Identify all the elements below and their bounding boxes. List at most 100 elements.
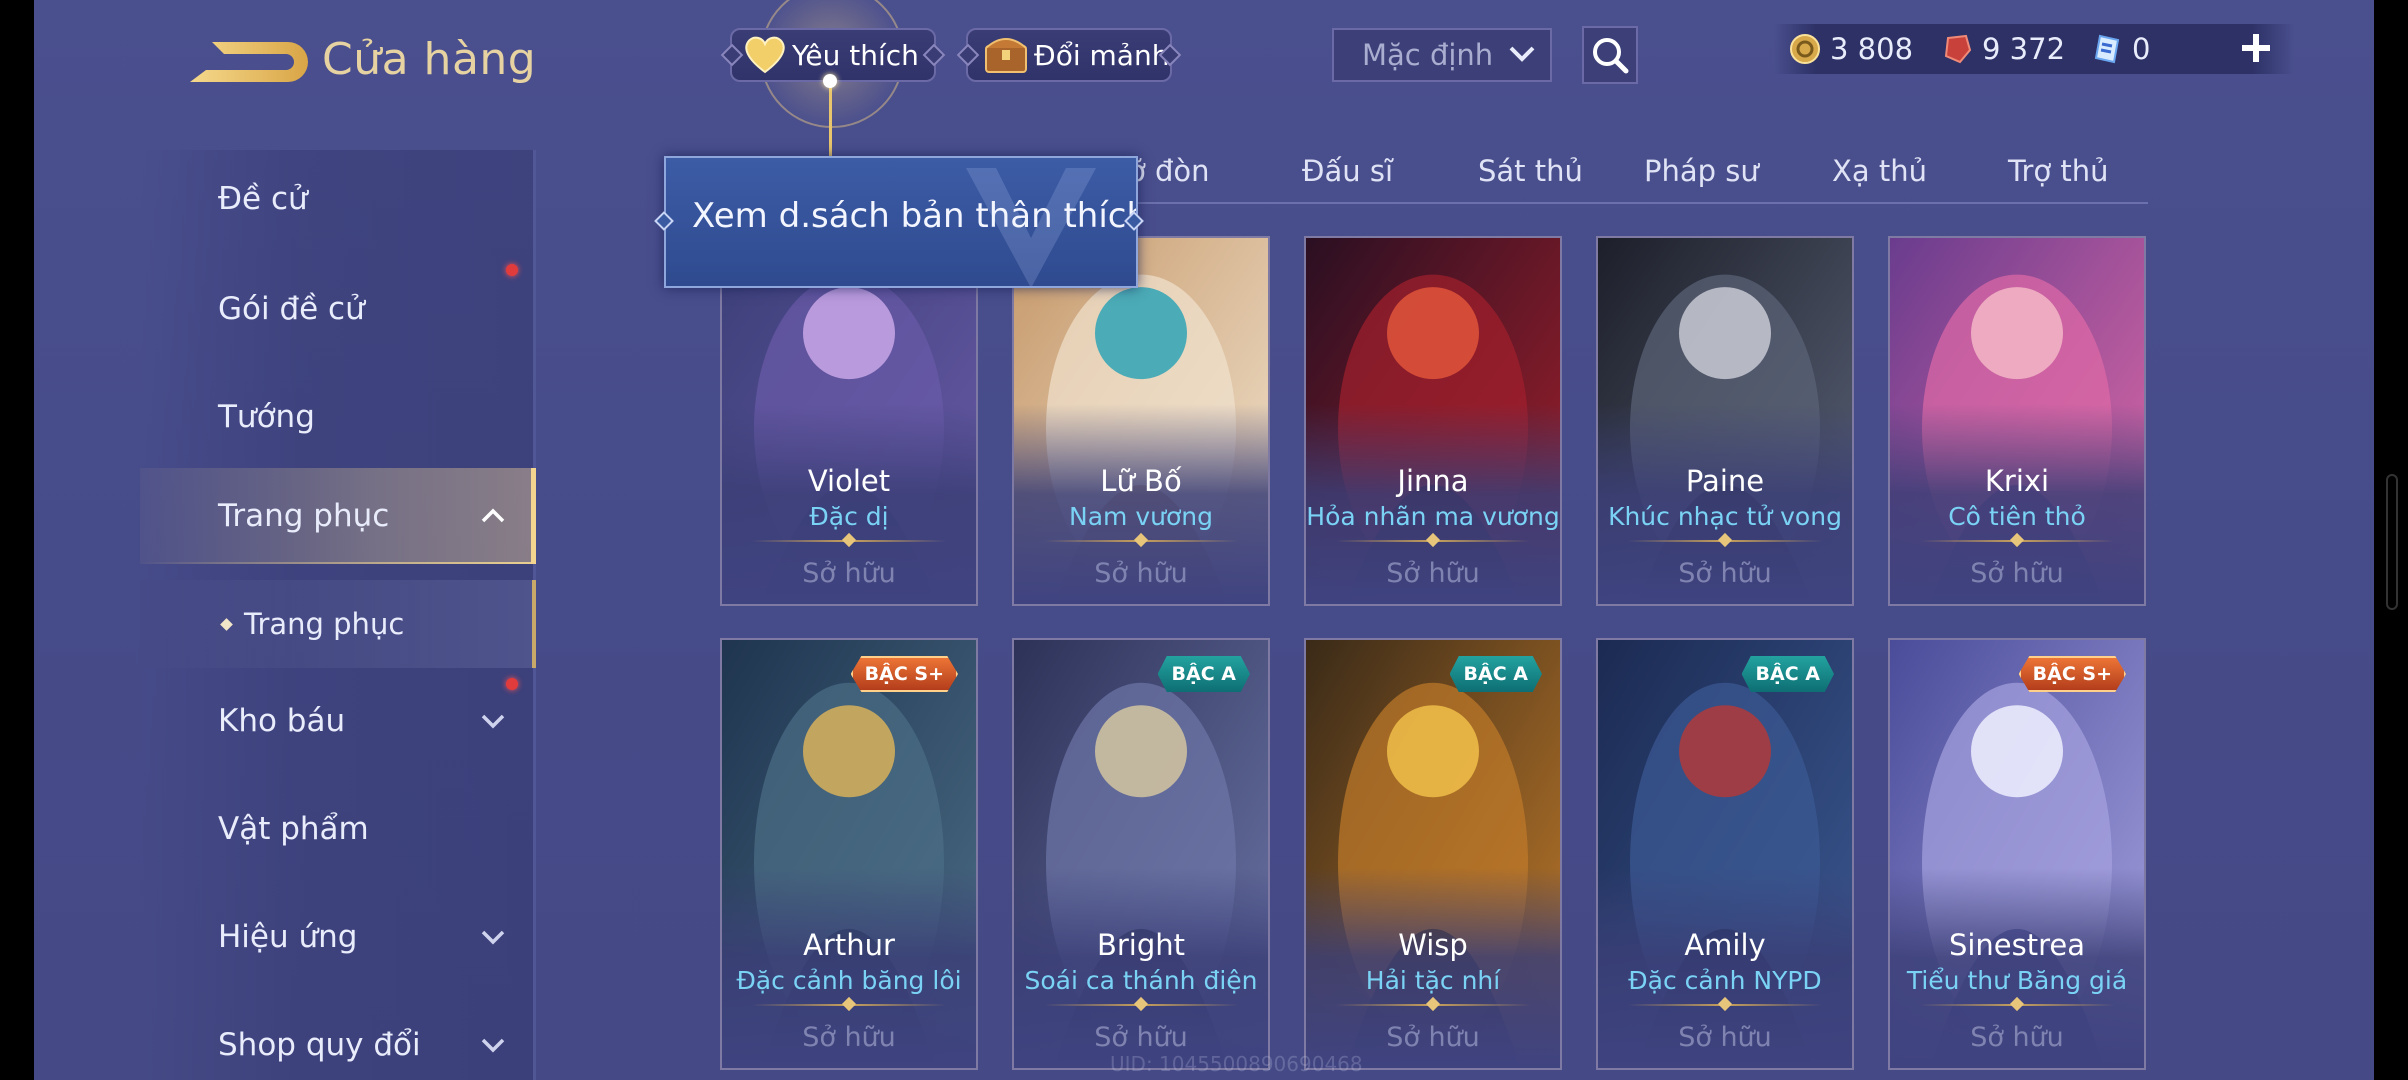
card-divider — [1336, 996, 1530, 1012]
uid-watermark: UID: 1045500890690468 — [1110, 1052, 1363, 1076]
skin-card[interactable]: Paine Khúc nhạc tử vong Sở hữu — [1596, 236, 1854, 606]
sort-dropdown[interactable]: Mặc định — [1332, 28, 1552, 82]
sidebar-subitem-skins[interactable]: Trang phục — [140, 580, 536, 668]
skin-card[interactable]: BẬC A Bright Soái ca thánh điện Sở hữu — [1012, 638, 1270, 1070]
sidebar-item-label: Tướng — [218, 399, 315, 435]
sidebar-item-label: Gói đề cử — [218, 291, 365, 327]
notification-dot — [506, 264, 518, 276]
skin-name: Soái ca thánh điện — [1024, 966, 1258, 995]
card-divider — [1920, 532, 2114, 548]
chevron-down-icon — [481, 714, 505, 729]
skin-name: Nam vương — [1069, 502, 1213, 531]
tab-tank[interactable]: ỡ đòn — [1128, 154, 1210, 188]
currency-bar: 3 808 9 372 0 — [1774, 24, 2294, 74]
hero-name: Arthur — [803, 928, 895, 962]
shop-screen: Cửa hàng Đề cử Gói đề cử Tướng Trang phụ… — [34, 0, 2374, 1080]
skin-card[interactable]: Lữ Bố Nam vương Sở hữu — [1012, 236, 1270, 606]
favorite-tooltip: Xem d.sách bản thân thích — [664, 156, 1138, 288]
gem-amount: 9 372 — [1982, 32, 2066, 66]
tab-support[interactable]: Trợ thủ — [2008, 154, 2108, 188]
owned-status: Sở hữu — [1970, 558, 2064, 589]
red-gem-icon — [1944, 34, 1972, 64]
gold-amount: 3 808 — [1830, 32, 1914, 66]
owned-status: Sở hữu — [1678, 558, 1772, 589]
owned-status: Sở hữu — [1970, 1022, 2064, 1053]
favorite-label: Yêu thích — [792, 38, 919, 72]
gold-balance: 3 808 — [1788, 24, 1913, 74]
chevron-down-icon — [481, 1038, 505, 1053]
owned-status: Sở hữu — [1386, 558, 1480, 589]
skin-name: Hỏa nhãn ma vương — [1306, 502, 1560, 531]
tier-badge: BẬC A — [1449, 656, 1542, 692]
skin-card[interactable]: Violet Đặc dị Sở hữu — [720, 236, 978, 606]
add-currency-plus-icon[interactable] — [2238, 30, 2274, 66]
search-button[interactable] — [1582, 26, 1638, 84]
card-divider — [1628, 996, 1822, 1012]
exchange-fragments-button[interactable]: Đổi mảnh — [956, 28, 1182, 82]
chevron-down-icon — [481, 930, 505, 945]
sidebar: Đề cử Gói đề cử Tướng Trang phục Trang p… — [140, 150, 536, 1080]
bullet-icon — [220, 617, 233, 631]
sidebar-item-label: Trang phục — [218, 498, 390, 534]
sidebar-item-recommended-packs[interactable]: Gói đề cử — [140, 274, 536, 344]
back-arrow-icon[interactable] — [184, 36, 310, 86]
card-divider — [752, 996, 946, 1012]
skin-name: Hải tặc nhí — [1365, 966, 1501, 995]
sidebar-item-label: Đề cử — [218, 181, 308, 217]
hero-name: Jinna — [1397, 464, 1469, 498]
sidebar-item-label: Hiệu ứng — [218, 919, 358, 955]
treasure-chest-icon — [985, 38, 1027, 73]
page-title: Cửa hàng — [322, 34, 537, 85]
chevron-up-icon — [481, 508, 505, 523]
skin-card[interactable]: BẬC S+ Arthur Đặc cảnh băng lôi Sở hữu — [720, 638, 978, 1070]
voucher-balance: 0 — [2090, 24, 2150, 74]
skin-card[interactable]: Krixi Cô tiên thỏ Sở hữu — [1888, 236, 2146, 606]
sidebar-item-treasure[interactable]: Kho báu — [140, 686, 536, 756]
hero-name: Violet — [807, 464, 891, 498]
hero-name: Lữ Bố — [1100, 464, 1182, 498]
sidebar-item-items[interactable]: Vật phẩm — [140, 794, 536, 864]
skin-name: Đặc cảnh băng lôi — [736, 966, 962, 995]
exchange-label: Đổi mảnh — [1034, 38, 1170, 72]
owned-status: Sở hữu — [1678, 1022, 1772, 1053]
skin-card[interactable]: Jinna Hỏa nhãn ma vương Sở hữu — [1304, 236, 1562, 606]
voucher-amount: 0 — [2132, 32, 2151, 66]
tab-mage[interactable]: Pháp sư — [1644, 154, 1759, 188]
skin-name: Tiểu thư Băng giá — [1906, 966, 2128, 995]
hero-name: Bright — [1096, 928, 1186, 962]
sidebar-item-exchange-shop[interactable]: Shop quy đổi — [140, 1010, 536, 1080]
tier-badge: BẬC S+ — [850, 656, 958, 692]
device-edge — [2374, 0, 2408, 1080]
tab-fighter[interactable]: Đấu sĩ — [1302, 154, 1393, 188]
hero-name: Paine — [1685, 464, 1765, 498]
hero-name: Krixi — [1984, 464, 2050, 498]
skin-card[interactable]: BẬC A Wisp Hải tặc nhí Sở hữu — [1304, 638, 1562, 1070]
hero-name: Sinestrea — [1948, 928, 2086, 962]
search-icon — [1593, 38, 1629, 74]
hero-name: Amily — [1684, 928, 1766, 962]
skin-card[interactable]: BẬC S+ Sinestrea Tiểu thư Băng giá Sở hữu — [1888, 638, 2146, 1070]
owned-status: Sở hữu — [1386, 1022, 1480, 1053]
tab-assassin[interactable]: Sát thủ — [1478, 154, 1583, 188]
skin-name: Khúc nhạc tử vong — [1608, 502, 1842, 531]
card-divider — [752, 532, 946, 548]
sidebar-item-label: Kho báu — [218, 703, 346, 739]
owned-status: Sở hữu — [802, 1022, 896, 1053]
sidebar-item-effects[interactable]: Hiệu ứng — [140, 902, 536, 972]
sidebar-item-skins[interactable]: Trang phục — [140, 468, 536, 564]
sidebar-item-recommended[interactable]: Đề cử — [140, 164, 536, 234]
tab-marksman[interactable]: Xạ thủ — [1832, 154, 1927, 188]
skin-name: Đặc cảnh NYPD — [1628, 966, 1822, 995]
heart-icon — [745, 36, 785, 74]
owned-status: Sở hữu — [1094, 558, 1188, 589]
skin-card[interactable]: BẬC A Amily Đặc cảnh NYPD Sở hữu — [1596, 638, 1854, 1070]
voucher-icon — [2094, 34, 2120, 64]
card-divider — [1920, 996, 2114, 1012]
gem-balance: 9 372 — [1940, 24, 2065, 74]
tier-badge: BẬC A — [1741, 656, 1834, 692]
skin-name: Đặc dị — [809, 502, 889, 531]
card-divider — [1044, 996, 1238, 1012]
sidebar-item-heroes[interactable]: Tướng — [140, 382, 536, 452]
sort-value: Mặc định — [1362, 38, 1494, 72]
sidebar-subitem-label: Trang phục — [244, 607, 405, 641]
